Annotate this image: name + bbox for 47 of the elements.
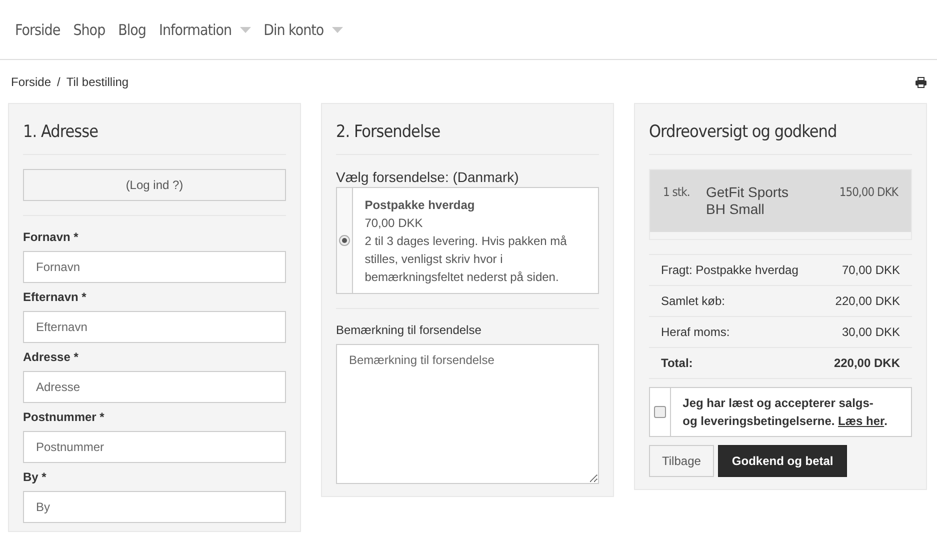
- panel-title: 2. Forsendelse: [336, 121, 442, 144]
- print-icon[interactable]: [915, 76, 927, 88]
- breadcrumb-separator: /: [57, 75, 60, 89]
- option-name: Postpakke hverdag: [364, 197, 476, 214]
- summary-value: 30,00 DKK: [842, 325, 900, 339]
- field-label: Fornavn *: [23, 230, 80, 244]
- field-label: Adresse *: [23, 350, 80, 364]
- summary-value: 220,00 DKK: [835, 294, 900, 308]
- nav-link[interactable]: Din konto: [264, 20, 343, 38]
- input-field[interactable]: Postnummer: [23, 431, 286, 463]
- note-label: Bemærkning til forsendelse: [336, 323, 482, 337]
- item-price: 150,00 DKK: [839, 184, 898, 201]
- field-label: By *: [23, 470, 48, 484]
- summary-label: Heraf moms:: [661, 325, 730, 339]
- panel-title: 1. Adresse: [23, 121, 99, 144]
- option-price: 70,00 DKK: [364, 215, 424, 232]
- input-field[interactable]: Fornavn: [23, 251, 286, 283]
- shipping-option[interactable]: Postpakke hverdag 70,00 DKK 2 til 3 dages levering. Hvis pakken må stilles, venligst skriv hvor i bemærkningsfeltet nederst på siden.: [336, 187, 599, 294]
- summary-label: Total:: [661, 356, 693, 370]
- summary-label: Samlet køb:: [661, 294, 726, 308]
- nav-link[interactable]: Information: [158, 20, 251, 38]
- item-quantity: 1 stk.: [663, 184, 691, 201]
- terms-text: Jeg har læst og accepterer salgs- og leveringsbetingelserne. Læs her.: [682, 395, 888, 430]
- summary-label: Fragt: Postpakke hverdag: [661, 263, 798, 277]
- terms-link[interactable]: Læs her: [838, 414, 884, 428]
- note-field[interactable]: Bemærkning til forsendelse: [336, 344, 599, 484]
- field-label: Postnummer *: [23, 410, 106, 424]
- back-button[interactable]: Tilbage: [649, 445, 714, 477]
- breadcrumb-link[interactable]: Forside: [11, 75, 52, 89]
- option-description: 2 til 3 dages levering. Hvis pakken må stilles, venligst skriv hvor i bemærkningsfeltet nederst på siden.: [364, 233, 568, 286]
- input-field[interactable]: Adresse: [23, 371, 286, 403]
- radio-button[interactable]: [338, 235, 350, 246]
- shipping-label: Vælg forsendelse: (Danmark): [336, 169, 520, 185]
- nav-link[interactable]: Forside: [15, 20, 60, 38]
- summary-value: 70,00 DKK: [842, 263, 900, 277]
- input-field[interactable]: By: [23, 491, 286, 523]
- login-button[interactable]: (Log ind ?): [23, 169, 286, 201]
- terms-checkbox[interactable]: [654, 406, 666, 418]
- nav-link[interactable]: Blog: [118, 20, 146, 38]
- panel-title: Ordreoversigt og godkend: [649, 121, 838, 144]
- input-field[interactable]: Efternavn: [23, 311, 286, 343]
- pay-button[interactable]: Godkend og betal: [718, 445, 848, 477]
- field-label: Efternavn *: [23, 290, 88, 304]
- breadcrumb-link[interactable]: Til bestilling: [66, 75, 129, 89]
- summary-value: 220,00 DKK: [834, 356, 900, 370]
- item-name: GetFit Sports BH Small: [706, 184, 790, 218]
- nav-link[interactable]: Shop: [73, 20, 106, 38]
